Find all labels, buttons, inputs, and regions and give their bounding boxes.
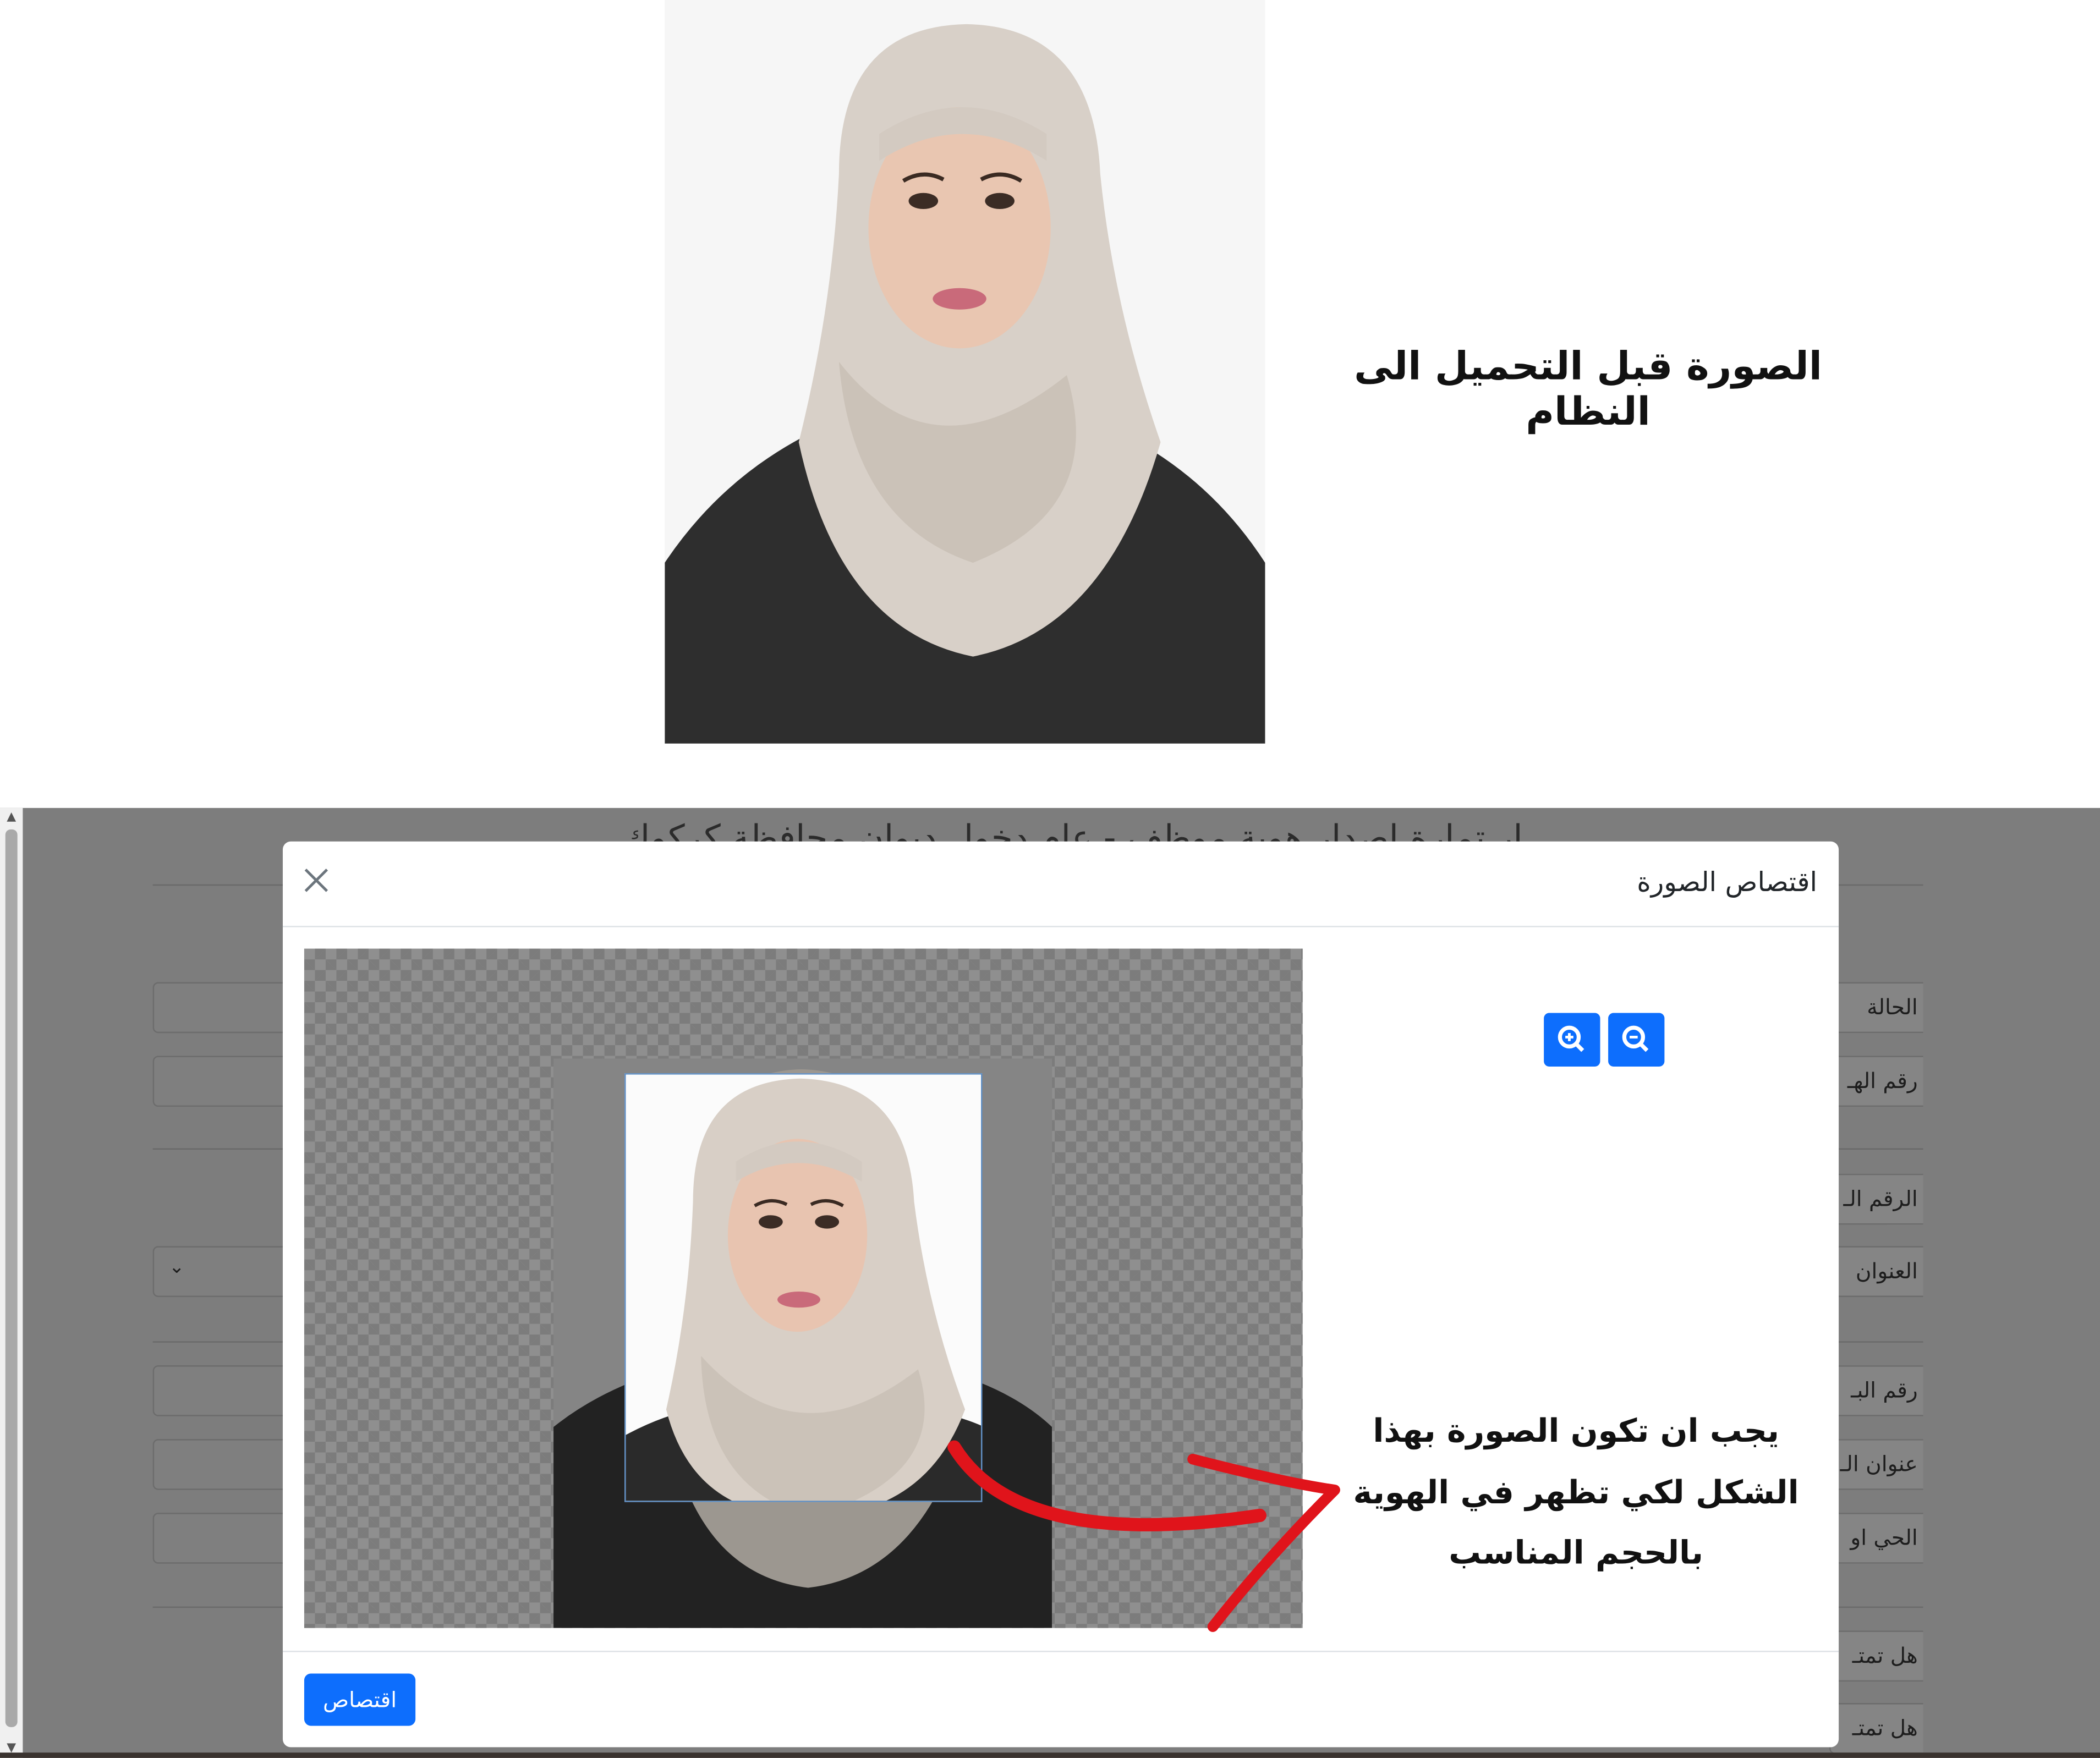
page-root: الصورة قبل التحميل الى النظام ▲ ▼ ار تما…	[0, 0, 2100, 1758]
modal-title: اقتصاص الصورة	[1637, 865, 1818, 898]
form-input[interactable]	[152, 1513, 300, 1564]
form-label: هل تمتـ	[1829, 1630, 1923, 1682]
form-label: الحي او	[1829, 1513, 1923, 1564]
before-upload-caption: الصورة قبل التحميل الى النظام	[1354, 343, 1822, 435]
form-label: العنوان	[1829, 1246, 1923, 1297]
form-label: هل تمتـ	[1829, 1703, 1923, 1754]
scrollbar-thumb[interactable]	[5, 829, 18, 1727]
instruction-text: يجب ان تكون الصورة بهذا الشكل لكي تظهر ف…	[1353, 1412, 1799, 1572]
form-input[interactable]	[152, 1056, 300, 1107]
form-input[interactable]	[152, 1365, 300, 1416]
form-label: رقم الهـ	[1829, 1056, 1923, 1107]
form-label: عنوان الـ	[1829, 1439, 1923, 1490]
scrollbar[interactable]: ▲ ▼	[0, 807, 23, 1758]
modal-footer: اقتصاص	[282, 1651, 1839, 1747]
taskbar-edge	[0, 1752, 2100, 1758]
form-input[interactable]	[152, 1439, 300, 1490]
original-photo	[665, 0, 1265, 744]
form-label: الحالة	[1829, 982, 1923, 1034]
modal-header: اقتصاص الصورة	[282, 842, 1839, 927]
crop-button[interactable]: اقتصاص	[304, 1673, 416, 1726]
zoom-out-icon	[1622, 1025, 1649, 1052]
red-arrow-annotation	[947, 1440, 1340, 1632]
close-icon[interactable]	[301, 866, 331, 896]
scroll-up-icon[interactable]: ▲	[4, 811, 19, 824]
zoom-out-button[interactable]	[1608, 1013, 1665, 1067]
form-label: رقم البـ	[1829, 1365, 1923, 1416]
chevron-down-icon[interactable]: ⌄	[169, 1257, 185, 1278]
form-input[interactable]	[152, 982, 300, 1034]
crop-screen: ▲ ▼ ار تمارة اصدار هوية موظف - عام دخول …	[0, 807, 2100, 1758]
crop-selection-box[interactable]	[624, 1073, 983, 1502]
zoom-in-button[interactable]	[1544, 1013, 1600, 1067]
form-label: الرقم الـ	[1829, 1173, 1923, 1225]
zoom-in-icon	[1558, 1025, 1584, 1052]
